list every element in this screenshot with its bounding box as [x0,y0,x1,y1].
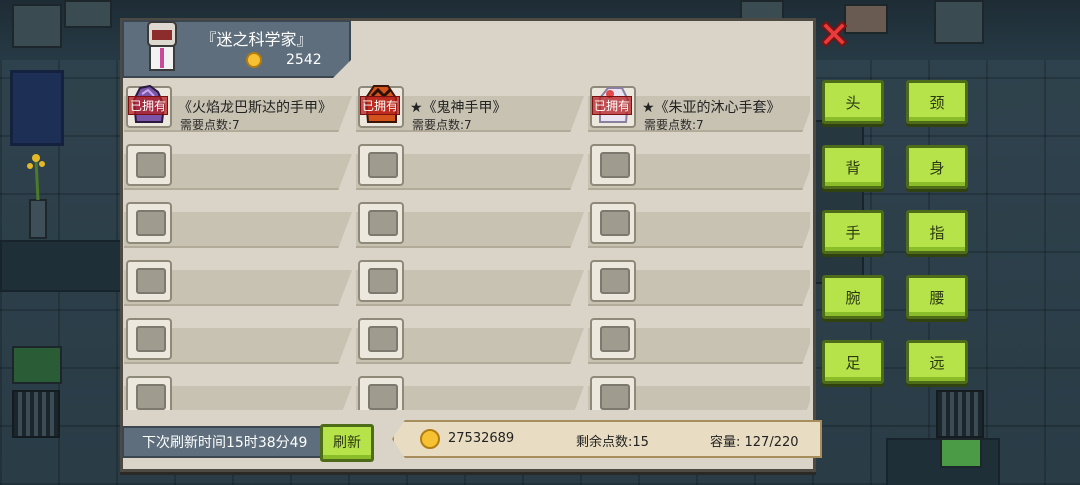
item-slot[interactable]: 已拥有 《火焰龙巴斯达的手甲》 需要点数:7 [124,80,352,134]
item-title: 《火焰龙巴斯达的手甲》 [178,100,332,116]
item-cost: 需要点数:7 [180,118,240,132]
background-circuit [12,346,62,384]
category-button-hand[interactable]: 手 [822,210,884,254]
empty-slot[interactable] [124,312,352,366]
item-frame [358,376,404,410]
item-cost: 需要点数:7 [644,118,704,132]
item-frame [126,202,172,244]
empty-slot[interactable] [356,254,584,308]
background-device [940,438,982,468]
item-slot[interactable]: 已拥有 ★《朱亚的沐心手套》 需要点数:7 [588,80,810,134]
item-frame [358,202,404,244]
owned-badge: 已拥有 [592,96,633,115]
empty-slot[interactable] [124,370,352,410]
item-frame [590,202,636,244]
category-button-back[interactable]: 背 [822,145,884,189]
owned-badge: 已拥有 [128,96,169,115]
empty-slot[interactable] [124,196,352,250]
player-profile: 『迷之科学家』 2542 [122,20,351,78]
item-frame [590,318,636,360]
category-button-wrist[interactable]: 腕 [822,275,884,319]
coin-icon [246,52,262,68]
item-frame [358,318,404,360]
empty-slot[interactable] [124,254,352,308]
empty-slot[interactable] [356,312,584,366]
empty-slot[interactable] [588,196,810,250]
refresh-button[interactable]: 刷新 [320,424,374,462]
item-frame [590,144,636,186]
item-title: ★《朱亚的沐心手套》 [642,100,781,116]
capacity: 容量: 127/220 [710,435,799,450]
item-frame [126,318,172,360]
category-button-body[interactable]: 身 [906,145,968,189]
points-remaining: 剩余点数:15 [576,435,649,450]
close-icon[interactable] [816,16,852,52]
background-machine [64,0,112,28]
coin-icon [420,429,440,449]
category-button-head[interactable]: 头 [822,80,884,124]
item-slot[interactable]: 已拥有 ★《鬼神手甲》 需要点数:7 [356,80,584,134]
floor-grate [12,390,60,438]
refresh-timer: 下次刷新时间15时38分49 [122,426,326,458]
empty-slot[interactable] [588,138,810,192]
empty-slot[interactable] [588,254,810,308]
category-button-waist[interactable]: 腰 [906,275,968,319]
background-chair [10,70,64,146]
background-cabinet [12,4,62,48]
category-button-foot[interactable]: 足 [822,340,884,384]
money-total: 27532689 [448,431,515,446]
category-button-finger[interactable]: 指 [906,210,968,254]
background-terminal [934,0,984,44]
item-grid: 已拥有 《火焰龙巴斯达的手甲》 需要点数:7 已拥有 ★《鬼神手甲》 需要点数:… [124,80,810,410]
owned-badge: 已拥有 [360,96,401,115]
item-frame [126,376,172,410]
profile-corner [333,60,351,78]
category-button-neck[interactable]: 颈 [906,80,968,124]
item-cost: 需要点数:7 [412,118,472,132]
item-frame [590,376,636,410]
empty-slot[interactable] [588,370,810,410]
empty-slot[interactable] [356,196,584,250]
stats-bar: 27532689 剩余点数:15 容量: 127/220 [392,420,822,458]
player-coins: 2542 [286,52,322,68]
empty-slot[interactable] [356,370,584,410]
item-frame [358,144,404,186]
item-frame [358,260,404,302]
background-ledge [0,240,124,292]
item-title: ★《鬼神手甲》 [410,100,507,116]
empty-slot[interactable] [588,312,810,366]
player-name: 『迷之科学家』 [200,30,313,49]
item-frame [126,144,172,186]
floor-grate [936,390,984,438]
potted-plant [27,154,47,239]
empty-slot[interactable] [356,138,584,192]
item-frame [126,260,172,302]
item-frame [590,260,636,302]
category-button-ranged[interactable]: 远 [906,340,968,384]
empty-slot[interactable] [124,138,352,192]
